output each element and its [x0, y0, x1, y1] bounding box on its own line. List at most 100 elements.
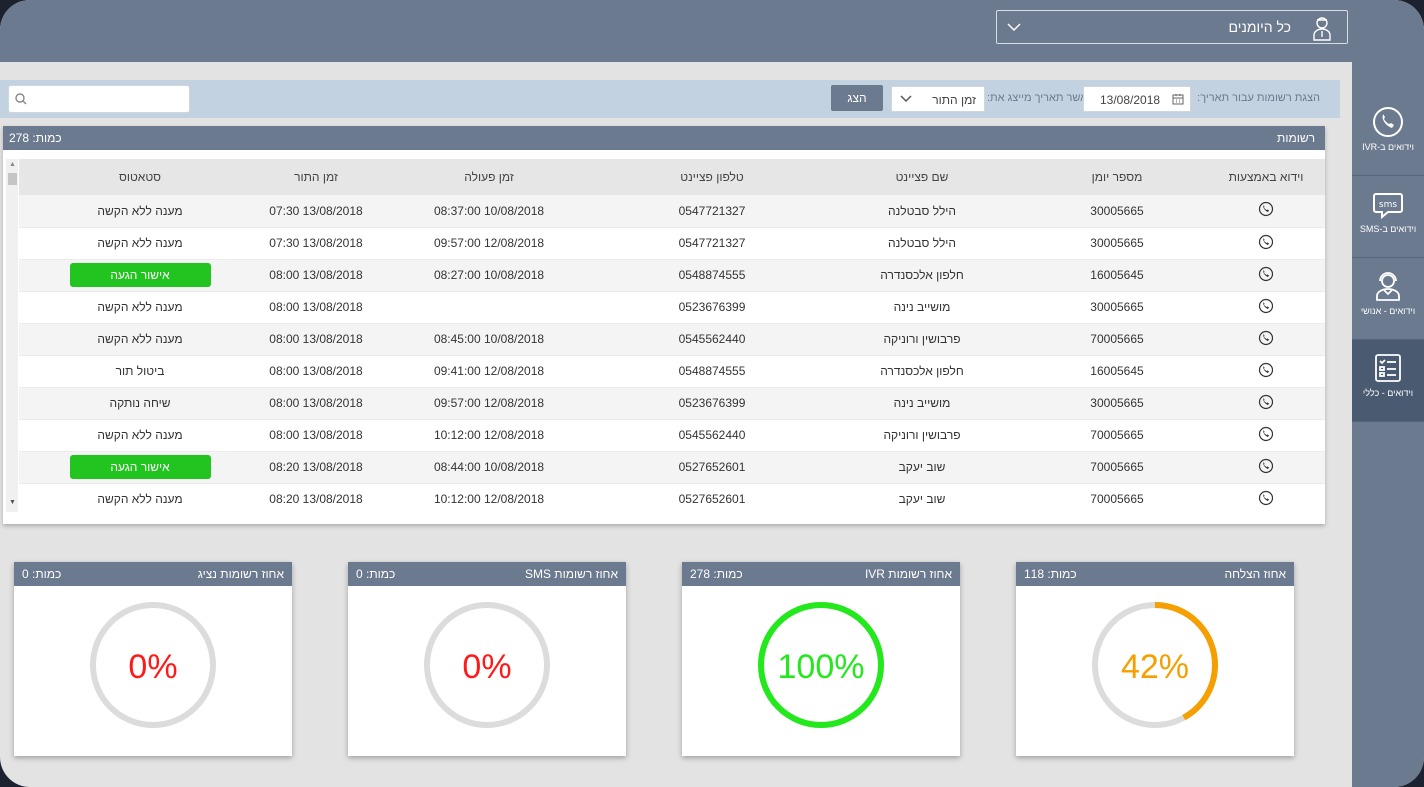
- action-time-cell: 08:44:00 10/08/2018: [371, 451, 607, 484]
- records-count: כמות: 278: [9, 131, 62, 145]
- journal-cell: 30005665: [1027, 387, 1207, 420]
- column-header[interactable]: שם פציינט: [817, 159, 1027, 195]
- records-panel: רשומות כמות: 278 ▲ ▼ וידוא באמצעות מספר …: [3, 126, 1325, 524]
- column-header[interactable]: זמן התור: [261, 159, 371, 195]
- card-percent: 42%: [1120, 648, 1190, 686]
- verify-method-cell: [1207, 451, 1325, 484]
- scroll-up-icon[interactable]: ▲: [9, 161, 16, 168]
- patient-phone-cell: 0547721327: [607, 195, 817, 228]
- card-header: אחוז רשומות נציג כמות: 0: [14, 562, 292, 586]
- verify-method-cell: [1207, 195, 1325, 228]
- sms-icon: sms: [1373, 193, 1403, 220]
- verify-method-cell: [1207, 419, 1325, 452]
- search-icon: [15, 93, 27, 105]
- patient-name-cell: חלפון אלכסנדרה: [817, 259, 1027, 292]
- patient-phone-cell: 0545562440: [607, 419, 817, 452]
- phone-icon: [1258, 458, 1274, 477]
- calendar-icon[interactable]: [1172, 93, 1184, 108]
- success-rate-card: אחוז הצלחה כמות: 118 42%: [1016, 562, 1294, 756]
- patient-name-cell: פרבושין ורוניקה: [817, 419, 1027, 452]
- action-time-cell: 09:41:00 12/08/2018: [371, 355, 607, 388]
- top-bar: כל היומנים: [0, 0, 1352, 62]
- journal-cell: 70005665: [1027, 483, 1207, 512]
- table-row[interactable]: 70005665 פרבושין ורוניקה 0545562440 08:45:0…: [19, 323, 1325, 356]
- records-header: רשומות כמות: 278: [3, 126, 1325, 150]
- patient-name-cell: מושייב נינה: [817, 291, 1027, 324]
- card-title: אחוז רשומות SMS: [524, 567, 618, 581]
- doctor-icon: [1311, 15, 1333, 44]
- sidebar-item-sms[interactable]: sms וידואים ב-SMS: [1352, 176, 1424, 258]
- phone-icon: [1258, 362, 1274, 381]
- status-cell: מענה ללא הקשה: [19, 323, 261, 356]
- column-header[interactable]: סטאטוס: [19, 159, 261, 195]
- agent-icon: [1376, 272, 1400, 301]
- show-records-label: הצגת רשומות עבור תאריך:: [1197, 92, 1320, 104]
- verify-method-cell: [1207, 483, 1325, 512]
- column-header[interactable]: טלפון פציינט: [607, 159, 817, 195]
- column-header[interactable]: זמן פעולה: [371, 159, 607, 195]
- table-scrollbar[interactable]: ▲ ▼: [6, 159, 18, 512]
- table-row[interactable]: 70005665 שוב יעקב 0527652601 08:44:00 10/08…: [19, 451, 1325, 484]
- phone-icon: [1258, 266, 1274, 285]
- table-row[interactable]: 30005665 מושייב נינה 0523676399 08:00 13/08…: [19, 291, 1325, 324]
- appointment-time-cell: 08:20 13/08/2018: [261, 451, 371, 484]
- verify-method-cell: [1207, 355, 1325, 388]
- scroll-down-icon[interactable]: ▼: [9, 499, 16, 506]
- table-row[interactable]: 16005645 חלפון אלכסנדרה 0548874555 08:27:00…: [19, 259, 1325, 292]
- sidebar-item-human[interactable]: וידואים - אנושי: [1352, 258, 1424, 340]
- action-time-cell: [371, 291, 607, 324]
- card-percent: 100%: [777, 648, 865, 686]
- sidebar-item-general[interactable]: וידואים - כללי: [1352, 340, 1424, 422]
- table-row[interactable]: 30005665 הילל סבטלנה 0547721327 09:57:00 12…: [19, 227, 1325, 260]
- status-cell: מענה ללא הקשה: [19, 195, 261, 228]
- column-header[interactable]: מספר יומן: [1027, 159, 1207, 195]
- appointment-time-cell: 07:30 13/08/2018: [261, 227, 371, 260]
- journal-select[interactable]: כל היומנים: [996, 10, 1348, 44]
- agent-rate-card: אחוז רשומות נציג כמות: 0 0%: [14, 562, 292, 756]
- sms-rate-card: אחוז רשומות SMS כמות: 0 0%: [348, 562, 626, 756]
- sidebar-item-label: וידואים - אנושי: [1360, 306, 1416, 316]
- records-table-wrap: וידוא באמצעות מספר יומן שם פציינט טלפון …: [19, 159, 1325, 512]
- status-cell: מענה ללא הקשה: [19, 419, 261, 452]
- app-frame: כל היומנים וידואים ב-IVR sms וידואים ב-S…: [0, 0, 1424, 787]
- sidebar-item-ivr[interactable]: וידואים ב-IVR: [1352, 94, 1424, 176]
- table-row[interactable]: 30005665 מושייב נינה 0523676399 09:57:00 12…: [19, 387, 1325, 420]
- verify-method-cell: [1207, 323, 1325, 356]
- column-header[interactable]: וידוא באמצעות: [1207, 159, 1325, 195]
- action-time-cell: 08:45:00 10/08/2018: [371, 323, 607, 356]
- status-cell: שיחה נותקה: [19, 387, 261, 420]
- patient-phone-cell: 0548874555: [607, 259, 817, 292]
- status-cell: מענה ללא הקשה: [19, 227, 261, 260]
- date-field-select[interactable]: זמן התור: [891, 86, 985, 112]
- patient-name-cell: הילל סבטלנה: [817, 195, 1027, 228]
- search-box[interactable]: [8, 85, 190, 113]
- appointment-time-cell: 08:00 13/08/2018: [261, 355, 371, 388]
- patient-phone-cell: 0547721327: [607, 227, 817, 260]
- phone-icon: [1258, 234, 1274, 253]
- table-row[interactable]: 70005665 פרבושין ורוניקה 0545562440 10:12:0…: [19, 419, 1325, 452]
- table-row[interactable]: 70005665 שוב יעקב 0527652601 10:12:00 12/08…: [19, 483, 1325, 512]
- status-cell: אישור הגעה: [19, 451, 261, 484]
- card-header: אחוז רשומות IVR כמות: 278: [682, 562, 960, 586]
- patient-phone-cell: 0523676399: [607, 291, 817, 324]
- show-button[interactable]: הצג: [831, 85, 883, 111]
- card-count: כמות: 278: [690, 567, 743, 581]
- svg-text:sms: sms: [1379, 200, 1397, 210]
- appointment-time-cell: 07:30 13/08/2018: [261, 195, 371, 228]
- table-row[interactable]: 30005665 הילל סבטלנה 0547721327 08:37:00 10…: [19, 195, 1325, 228]
- search-input[interactable]: [33, 89, 183, 109]
- action-time-cell: 09:57:00 12/08/2018: [371, 227, 607, 260]
- table-row[interactable]: 16005645 חלפון אלכסנדרה 0548874555 09:41:00…: [19, 355, 1325, 388]
- date-input[interactable]: 13/08/2018: [1083, 86, 1191, 112]
- checklist-icon: [1375, 354, 1401, 382]
- card-percent: 0%: [128, 648, 178, 686]
- journal-cell: 70005665: [1027, 451, 1207, 484]
- verify-method-cell: [1207, 259, 1325, 292]
- status-cell: מענה ללא הקשה: [19, 291, 261, 324]
- records-table: וידוא באמצעות מספר יומן שם פציינט טלפון …: [19, 159, 1325, 512]
- scroll-thumb[interactable]: [8, 173, 17, 185]
- patient-phone-cell: 0548874555: [607, 355, 817, 388]
- patient-name-cell: חלפון אלכסנדרה: [817, 355, 1027, 388]
- card-title: אחוז רשומות IVR: [864, 567, 952, 581]
- status-badge: אישור הגעה: [69, 455, 211, 479]
